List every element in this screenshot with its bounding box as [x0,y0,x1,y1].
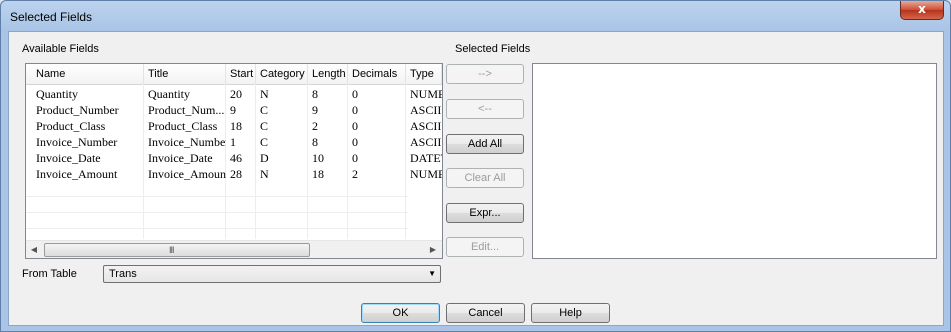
clear-all-button[interactable]: Clear All [446,168,524,188]
column-header-length[interactable]: Length [308,64,348,84]
ok-button[interactable]: OK [361,303,440,323]
column-header-type[interactable]: Type [406,64,442,84]
cell-title: Quantity [148,87,190,101]
cell-name: Invoice_Number [36,135,118,149]
from-table-label: From Table [22,268,77,280]
row-divider [26,196,408,197]
cell-decimals: 0 [352,87,358,101]
cell-title: Invoice_Date [148,151,213,165]
cell-start: 1 [230,135,236,149]
column-header-category[interactable]: Category [256,64,308,84]
cell-type: NUME [410,87,442,101]
cell-decimals: 0 [352,119,358,133]
cell-name: Invoice_Date [36,151,101,165]
scrollbar-thumb[interactable]: III [44,243,310,257]
cell-type: ASCII [410,119,442,133]
cell-category: C [260,103,269,117]
table-row[interactable]: Quantity Quantity 20 N 8 0 NUME [26,86,442,102]
cell-name: Invoice_Amount [36,167,118,181]
cell-type: NUME [410,167,442,181]
add-field-button[interactable]: --> [446,64,524,84]
cell-category: D [260,151,269,165]
cell-decimals: 0 [352,135,358,149]
remove-field-button[interactable]: <-- [446,99,524,119]
cancel-button[interactable]: Cancel [446,303,525,323]
cell-decimals: 0 [352,103,358,117]
cell-decimals: 0 [352,151,358,165]
row-divider [26,212,408,213]
cell-decimals: 2 [352,167,358,181]
scroll-left-icon[interactable]: ◀ [26,241,42,258]
cell-start: 18 [230,119,242,133]
cell-title: Product_Num... [148,103,225,117]
cell-title: Invoice_Number [148,135,226,149]
cell-category: C [260,135,269,149]
available-fields-label: Available Fields [22,43,99,55]
from-table-value: Trans [109,268,137,280]
table-row[interactable]: Invoice_Number Invoice_Number 1 C 8 0 AS… [26,134,442,150]
cell-length: 8 [312,135,318,149]
cell-category: C [260,119,269,133]
add-all-button[interactable]: Add All [446,134,524,154]
cell-type: ASCII [410,103,442,117]
help-button[interactable]: Help [531,303,610,323]
available-fields-list[interactable]: Name Title Start Category Length Decimal… [25,63,443,259]
cell-category: N [260,87,269,101]
cell-length: 8 [312,87,318,101]
list-header: Name Title Start Category Length Decimal… [26,64,442,85]
column-header-title[interactable]: Title [144,64,226,84]
row-divider [26,228,408,229]
cell-name: Quantity [36,87,78,101]
edit-button[interactable]: Edit... [446,237,524,257]
table-row[interactable]: Product_Class Product_Class 18 C 2 0 ASC… [26,118,442,134]
column-header-name[interactable]: Name [32,64,144,84]
cell-name: Product_Number [36,103,119,117]
dropdown-arrow-icon[interactable]: ▼ [428,268,436,280]
scroll-right-icon[interactable]: ▶ [425,241,441,258]
column-header-start[interactable]: Start [226,64,256,84]
cell-length: 2 [312,119,318,133]
expr-button[interactable]: Expr... [446,203,524,223]
cell-type: ASCII [410,135,442,149]
table-row[interactable]: Invoice_Date Invoice_Date 46 D 10 0 DATE… [26,150,442,166]
cell-start: 9 [230,103,236,117]
table-row[interactable]: Invoice_Amount Invoice_Amount 28 N 18 2 … [26,166,442,182]
selected-fields-label: Selected Fields [455,43,531,55]
scrollbar-grip: III [169,245,174,255]
horizontal-scrollbar[interactable]: ◀ III ▶ [26,240,442,258]
cell-length: 9 [312,103,318,117]
cell-start: 28 [230,167,242,181]
title-bar[interactable]: Selected Fields x [1,1,950,31]
window-title: Selected Fields [10,10,93,24]
cell-title: Invoice_Amount [148,167,226,181]
cell-category: N [260,167,269,181]
cell-name: Product_Class [36,119,106,133]
column-header-decimals[interactable]: Decimals [348,64,406,84]
close-button[interactable]: x [900,1,944,20]
cell-length: 10 [312,151,324,165]
close-icon: x [918,2,926,16]
table-row[interactable]: Product_Number Product_Num... 9 C 9 0 AS… [26,102,442,118]
cell-length: 18 [312,167,324,181]
from-table-select[interactable]: Trans ▼ [103,265,441,283]
cell-type: DATET [410,151,442,165]
cell-start: 46 [230,151,242,165]
cell-start: 20 [230,87,242,101]
selected-fields-list[interactable] [532,63,937,259]
cell-title: Product_Class [148,119,218,133]
